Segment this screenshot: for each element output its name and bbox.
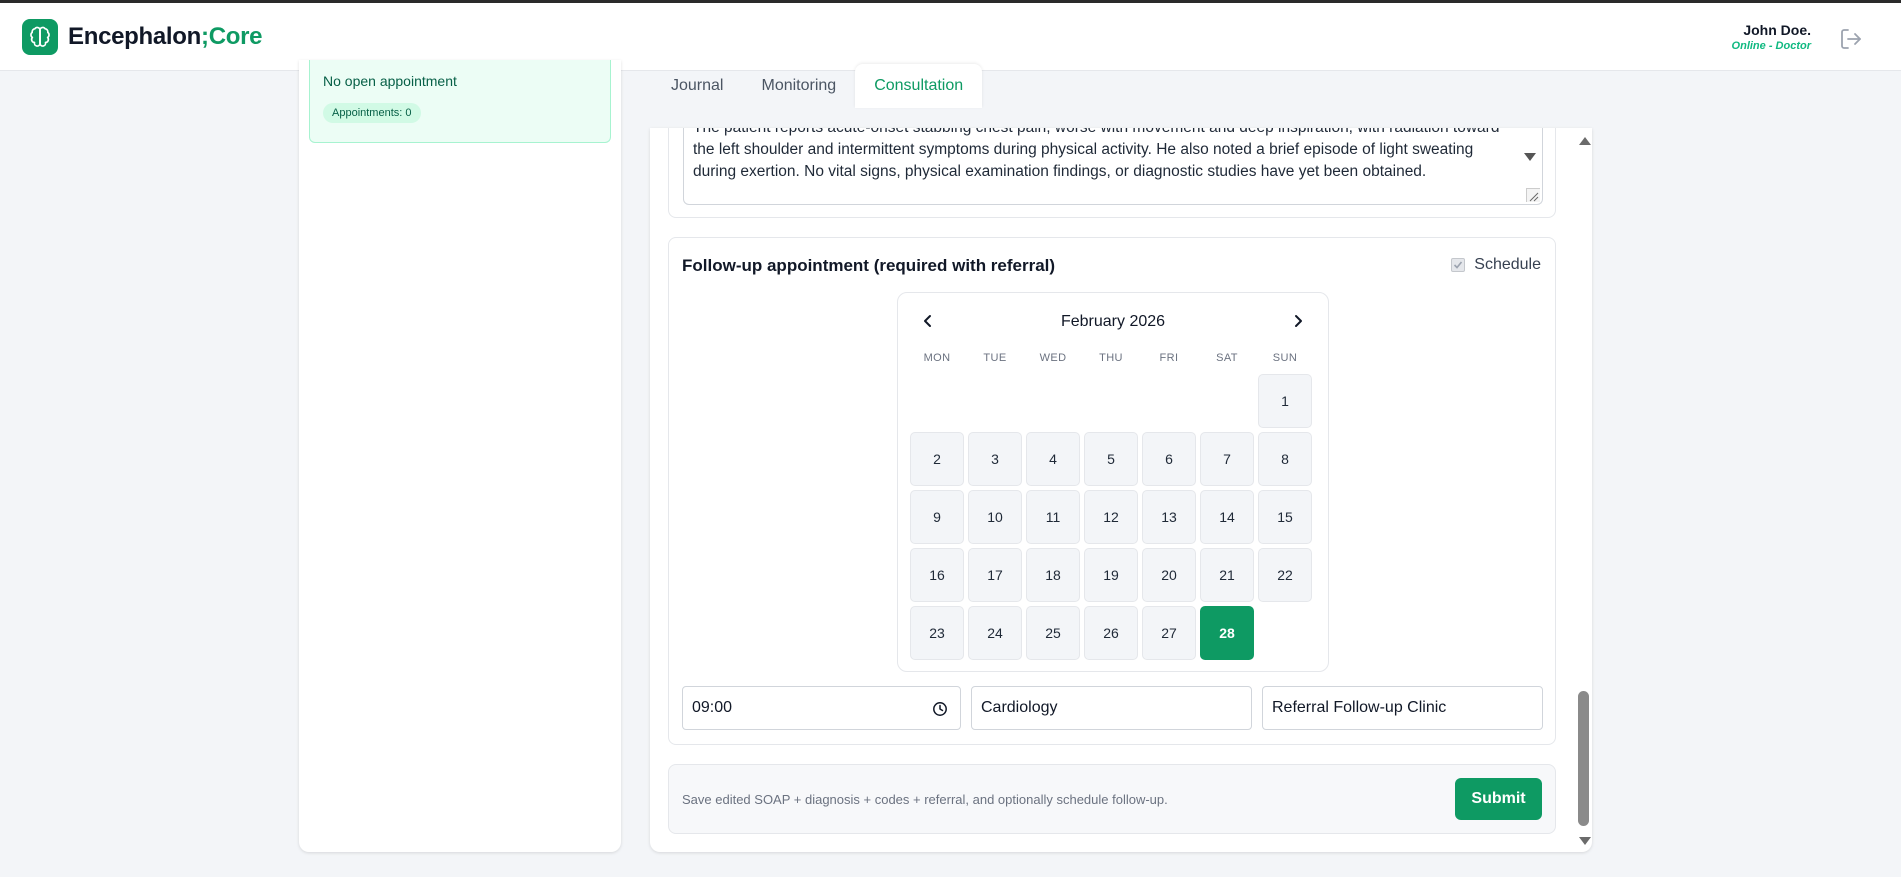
weekday-label: WED: [1039, 352, 1067, 364]
followup-title: Follow-up appointment (required with ref…: [682, 256, 1056, 275]
calendar-day[interactable]: 6: [1142, 432, 1196, 486]
calendar-day[interactable]: 15: [1258, 490, 1312, 544]
tab-journal[interactable]: Journal: [652, 64, 742, 108]
tab-monitoring[interactable]: Monitoring: [742, 64, 855, 108]
resize-handle-icon[interactable]: [1526, 188, 1540, 202]
clinic-input[interactable]: Referral Follow-up Clinic: [1262, 686, 1543, 730]
calendar-day[interactable]: 19: [1084, 548, 1138, 602]
brand-separator: ;: [201, 23, 209, 50]
appointments-badge: Appointments: 0: [323, 103, 421, 123]
calendar-day[interactable]: 12: [1084, 490, 1138, 544]
calendar-day[interactable]: 11: [1026, 490, 1080, 544]
brand-title[interactable]: Encephalon;Core: [68, 23, 263, 51]
submit-button[interactable]: Submit: [1455, 778, 1542, 820]
appointment-card: No open appointment Appointments: 0: [309, 60, 611, 143]
calendar-day[interactable]: 24: [968, 606, 1022, 660]
logout-icon[interactable]: [1839, 27, 1863, 51]
calendar-day[interactable]: 23: [910, 606, 964, 660]
main-scrollbar[interactable]: [1576, 133, 1592, 848]
calendar-day[interactable]: 7: [1200, 432, 1254, 486]
schedule-checkbox[interactable]: [1451, 258, 1466, 272]
calendar-day[interactable]: 20: [1142, 548, 1196, 602]
calendar-day[interactable]: 9: [910, 490, 964, 544]
date-picker: February 2026 MON TUE WED THU FRI SAT SUN 1234…: [897, 292, 1329, 672]
scroll-up-icon[interactable]: [1579, 137, 1591, 145]
calendar-day[interactable]: 17: [968, 548, 1022, 602]
brand-main: Encephalon: [68, 23, 202, 50]
weekday-label: TUE: [983, 352, 1007, 364]
chevron-right-icon[interactable]: [1284, 307, 1312, 335]
calendar-blank: [1200, 374, 1254, 428]
calendar-day[interactable]: 21: [1200, 548, 1254, 602]
calendar-day[interactable]: 10: [968, 490, 1022, 544]
check-icon: [1454, 261, 1463, 269]
time-input[interactable]: 09:00: [682, 686, 961, 730]
calendar-grid: 1 2 3 4 5 6 7 8 9 10 11 12 13 14 15 16 17 18 19 20 21 22 23 24 2…: [910, 374, 1312, 660]
appointment-status: No open appointment: [323, 73, 457, 89]
calendar-day[interactable]: 27: [1142, 606, 1196, 660]
calendar-day[interactable]: 2: [910, 432, 964, 486]
calendar-day[interactable]: 1: [1258, 374, 1312, 428]
calendar-day[interactable]: 13: [1142, 490, 1196, 544]
calendar-day[interactable]: 18: [1026, 548, 1080, 602]
weekday-label: THU: [1099, 352, 1123, 364]
submit-hint: Save edited SOAP + diagnosis + codes + r…: [682, 792, 1168, 807]
calendar-day[interactable]: 26: [1084, 606, 1138, 660]
weekday-label: SUN: [1272, 352, 1298, 364]
textarea-scroll-down-icon[interactable]: [1524, 153, 1536, 161]
weekday-label: FRI: [1159, 352, 1179, 364]
calendar-month: February 2026: [1060, 313, 1166, 330]
schedule-toggle[interactable]: Schedule: [1451, 256, 1541, 274]
followup-card: Follow-up appointment (required with ref…: [668, 237, 1556, 745]
calendar-blank: [910, 374, 964, 428]
app-header: Encephalon;Core John Doe. Online - Docto…: [0, 0, 1901, 71]
calendar-blank: [1084, 374, 1138, 428]
calendar-day[interactable]: 16: [910, 548, 964, 602]
brain-logo-icon[interactable]: [22, 19, 58, 55]
notes-text: The patient reports acute-onset stabbing…: [693, 128, 1499, 180]
clock-icon[interactable]: [932, 701, 948, 717]
consultation-tabs: Journal Monitoring Consultation: [652, 64, 983, 108]
notes-card: The patient reports acute-onset stabbing…: [668, 128, 1556, 218]
calendar-day-selected[interactable]: 28: [1200, 606, 1254, 660]
submit-card: Save edited SOAP + diagnosis + codes + r…: [668, 764, 1556, 834]
calendar-day[interactable]: 5: [1084, 432, 1138, 486]
user-status: Online - Doctor: [1731, 40, 1811, 52]
scrollbar-thumb[interactable]: [1578, 691, 1589, 826]
consultation-panel: The patient reports acute-onset stabbing…: [650, 128, 1592, 852]
user-name: John Doe.: [1743, 22, 1811, 38]
notes-textarea[interactable]: The patient reports acute-onset stabbing…: [683, 128, 1543, 205]
tab-consultation[interactable]: Consultation: [855, 64, 983, 108]
calendar-day[interactable]: 22: [1258, 548, 1312, 602]
calendar-day[interactable]: 3: [968, 432, 1022, 486]
scroll-down-icon[interactable]: [1579, 837, 1591, 845]
calendar-day[interactable]: 4: [1026, 432, 1080, 486]
time-value: 09:00: [692, 699, 733, 716]
calendar-day[interactable]: 8: [1258, 432, 1312, 486]
calendar-day[interactable]: 25: [1026, 606, 1080, 660]
weekday-label: MON: [923, 352, 951, 364]
calendar-day[interactable]: 14: [1200, 490, 1254, 544]
weekday-header: MON TUE WED THU FRI SAT SUN: [910, 352, 1312, 364]
schedule-label: Schedule: [1474, 256, 1541, 273]
weekday-label: SAT: [1216, 352, 1238, 364]
calendar-blank: [968, 374, 1022, 428]
calendar-blank: [1142, 374, 1196, 428]
brand-accent: Core: [208, 23, 263, 50]
patient-sidebar: No open appointment Appointments: 0: [299, 60, 621, 852]
department-input[interactable]: Cardiology: [971, 686, 1252, 730]
calendar-blank: [1026, 374, 1080, 428]
